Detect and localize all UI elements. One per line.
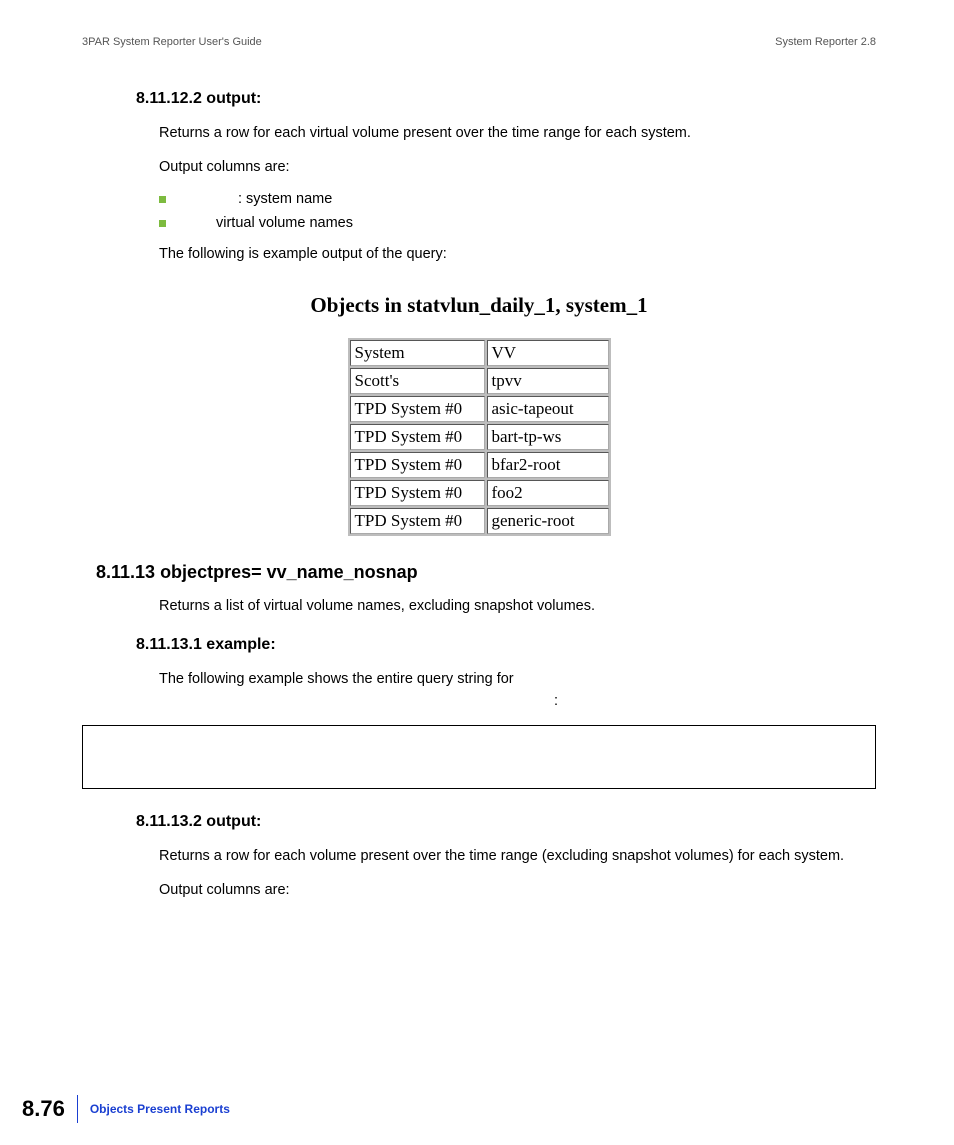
table-row: Scott'stpvv [350, 368, 609, 394]
bullet-vv-names: virtual volume names [159, 215, 876, 231]
cell-vv: asic-tapeout [487, 396, 609, 422]
header-right: System Reporter 2.8 [775, 36, 876, 48]
cell-vv: bart-tp-ws [487, 424, 609, 450]
table-title: Objects in statvlun_daily_1, system_1 [82, 293, 876, 318]
cell-vv: tpvv [487, 368, 609, 394]
cell-system: TPD System #0 [350, 396, 485, 422]
square-bullet-icon [159, 220, 166, 227]
para-returns-row-2: Returns a row for each volume present ov… [159, 845, 876, 867]
para-example-query: The following example shows the entire q… [159, 668, 876, 713]
table-row: TPD System #0bart-tp-ws [350, 424, 609, 450]
cell-vv: foo2 [487, 480, 609, 506]
table-wrapper: SystemVVScott'stpvvTPD System #0asic-tap… [82, 338, 876, 536]
bullet-system-name: : system name [159, 191, 876, 207]
square-bullet-icon [159, 196, 166, 203]
objects-table: SystemVVScott'stpvvTPD System #0asic-tap… [348, 338, 611, 536]
cell-vv: VV [487, 340, 609, 366]
para-returns-row: Returns a row for each virtual volume pr… [159, 122, 876, 144]
code-example-box [82, 725, 876, 789]
heading-output-12-2: 8.11.12.2 output: [136, 90, 876, 108]
footer-section-title: Objects Present Reports [90, 1102, 230, 1116]
cell-system: Scott's [350, 368, 485, 394]
page-number: 8.76 [22, 1096, 77, 1122]
cell-system: TPD System #0 [350, 452, 485, 478]
para-example-query-b: : [554, 693, 558, 709]
cell-system: TPD System #0 [350, 480, 485, 506]
table-row: TPD System #0asic-tapeout [350, 396, 609, 422]
heading-output-13-2: 8.11.13.2 output: [136, 813, 876, 831]
cell-system: System [350, 340, 485, 366]
cell-system: TPD System #0 [350, 508, 485, 534]
bullet-text: virtual volume names [216, 215, 876, 231]
header-left: 3PAR System Reporter User's Guide [82, 36, 262, 48]
para-output-cols-2: Output columns are: [159, 879, 876, 901]
footer-divider [77, 1095, 78, 1123]
table-row: TPD System #0generic-root [350, 508, 609, 534]
heading-example-13-1: 8.11.13.1 example: [136, 636, 876, 654]
heading-objectpres: 8.11.13 objectpres= vv_name_nosnap [96, 562, 876, 583]
table-row: TPD System #0foo2 [350, 480, 609, 506]
page-header: 3PAR System Reporter User's Guide System… [82, 36, 876, 48]
para-example-query-a: The following example shows the entire q… [159, 671, 514, 687]
cell-vv: generic-root [487, 508, 609, 534]
table-row: SystemVV [350, 340, 609, 366]
cell-vv: bfar2-root [487, 452, 609, 478]
para-returns-list: Returns a list of virtual volume names, … [159, 595, 876, 617]
para-example-output: The following is example output of the q… [159, 243, 876, 265]
cell-system: TPD System #0 [350, 424, 485, 450]
para-output-cols: Output columns are: [159, 156, 876, 178]
bullet-text: : system name [238, 191, 876, 207]
page-footer: 8.76 Objects Present Reports [22, 1095, 230, 1123]
table-row: TPD System #0bfar2-root [350, 452, 609, 478]
